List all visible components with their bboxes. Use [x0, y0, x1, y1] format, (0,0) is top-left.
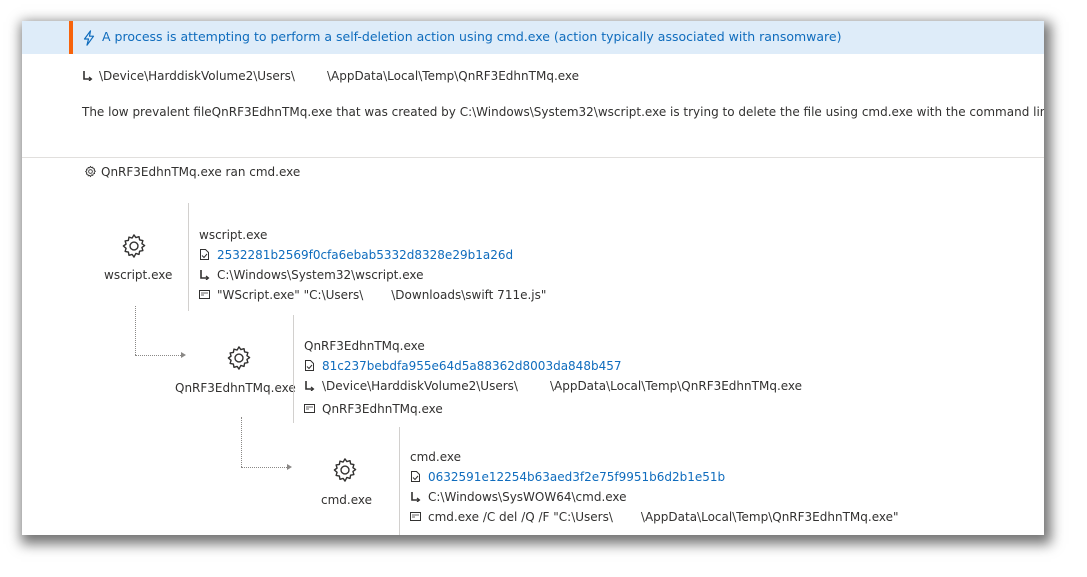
folder-path-icon	[305, 381, 315, 391]
summary-file-path: \Device\HarddiskVolume2\Users\ \AppData\L…	[82, 69, 579, 83]
process-path: C:\Windows\System32\wscript.exe	[217, 268, 424, 282]
gear-icon	[122, 234, 146, 258]
file-hash-icon	[411, 471, 420, 482]
tree-connector	[135, 306, 136, 355]
file-hash-icon	[200, 249, 209, 260]
process-command-end: \AppData\Local\Temp\QnRF3EdhnTMq.exe"	[640, 510, 899, 524]
process-tree-title: QnRF3EdhnTMq.exe ran cmd.exe	[101, 165, 301, 179]
process-details: QnRF3EdhnTMq.exe 81c237bebdfa955e64d5a88…	[304, 336, 802, 419]
tree-connector	[241, 467, 287, 468]
process-command: QnRF3EdhnTMq.exe	[322, 402, 443, 416]
alert-title[interactable]: A process is attempting to perform a sel…	[102, 29, 841, 44]
command-row: "WScript.exe" "C:\Users\ \Downloads\swift…	[199, 285, 546, 305]
command-line-icon	[199, 290, 210, 299]
process-command-start: cmd.exe /C del /Q /F "C:\Users\	[428, 510, 613, 524]
path-row: C:\Windows\System32\wscript.exe	[199, 265, 546, 285]
hash-row: 0632591e12254b63aed3f2e75f9951b6d2b1e51b	[410, 467, 899, 487]
summary-path-start: \Device\HarddiskVolume2\Users\	[99, 69, 295, 83]
node-separator	[188, 203, 189, 311]
command-row: QnRF3EdhnTMq.exe	[304, 399, 802, 419]
path-row: \Device\HarddiskVolume2\Users\ \AppData\L…	[304, 376, 802, 396]
lightning-icon	[83, 30, 95, 46]
process-name: QnRF3EdhnTMq.exe	[304, 339, 425, 353]
folder-path-icon	[200, 270, 210, 280]
section-divider	[22, 157, 1044, 158]
process-hash-link[interactable]: 0632591e12254b63aed3f2e75f9951b6d2b1e51b	[428, 470, 725, 484]
process-path-start: \Device\HarddiskVolume2\Users\	[322, 379, 518, 393]
process-node-label[interactable]: wscript.exe	[104, 268, 172, 282]
alert-severity-accent	[69, 21, 73, 54]
hash-row: 81c237bebdfa955e64d5a88362d8003da848b457	[304, 356, 802, 376]
folder-path-icon	[411, 492, 421, 502]
command-row: cmd.exe /C del /Q /F "C:\Users\ \AppData\…	[410, 507, 899, 527]
process-details: wscript.exe 2532281b2569f0cfa6ebab5332d8…	[199, 225, 546, 305]
path-row: C:\Windows\SysWOW64\cmd.exe	[410, 487, 899, 507]
arrow-right-icon	[287, 464, 292, 470]
process-hash-link[interactable]: 2532281b2569f0cfa6ebab5332d8328e29b1a26d	[217, 248, 513, 262]
summary-path-end: \AppData\Local\Temp\QnRF3EdhnTMq.exe	[326, 69, 580, 83]
gear-icon	[227, 346, 251, 370]
process-hash-link[interactable]: 81c237bebdfa955e64d5a88362d8003da848b457	[322, 359, 621, 373]
gear-icon	[333, 458, 357, 482]
command-line-icon	[410, 512, 421, 521]
folder-path-icon	[83, 71, 93, 82]
process-command-start: "WScript.exe" "C:\Users\	[217, 288, 364, 302]
arrow-right-icon	[181, 352, 186, 358]
process-name: cmd.exe	[410, 450, 462, 464]
gear-icon	[85, 165, 96, 178]
process-path: C:\Windows\SysWOW64\cmd.exe	[428, 490, 627, 504]
command-line-icon	[304, 404, 315, 413]
hash-row: 2532281b2569f0cfa6ebab5332d8328e29b1a26d	[199, 245, 546, 265]
process-node-label[interactable]: QnRF3EdhnTMq.exe	[175, 381, 296, 395]
process-command-end: \Downloads\swift 711e.js"	[391, 288, 547, 302]
process-details: cmd.exe 0632591e12254b63aed3f2e75f9951b6…	[410, 447, 899, 527]
node-separator	[293, 315, 294, 423]
process-tree-header: QnRF3EdhnTMq.exe ran cmd.exe	[84, 165, 300, 179]
process-path-end: \AppData\Local\Temp\QnRF3EdhnTMq.exe	[549, 379, 803, 393]
node-separator	[399, 427, 400, 535]
file-hash-icon	[305, 360, 314, 371]
tree-connector	[135, 355, 181, 356]
process-name: wscript.exe	[199, 228, 268, 242]
tree-connector	[241, 417, 242, 467]
alert-card: A process is attempting to perform a sel…	[22, 21, 1044, 535]
alert-description: The low prevalent fileQnRF3EdhnTMq.exe t…	[82, 105, 1044, 119]
process-node-label[interactable]: cmd.exe	[321, 493, 372, 507]
